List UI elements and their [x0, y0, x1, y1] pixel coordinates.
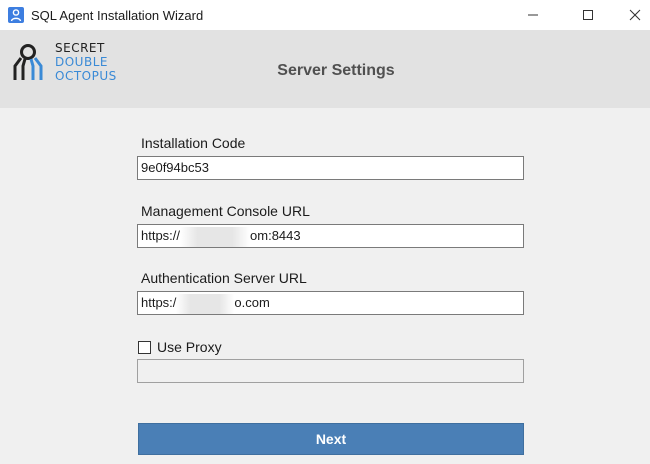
use-proxy-checkbox[interactable]	[138, 341, 151, 354]
console-url-value-prefix: https://	[141, 228, 181, 243]
header-banner: SECRET DOUBLE OCTOPUS Server Settings	[0, 30, 650, 108]
page-title: Server Settings	[277, 62, 395, 79]
app-icon	[8, 7, 24, 23]
auth-url-input[interactable]: https:/ o.com	[137, 291, 524, 315]
next-button[interactable]: Next	[138, 423, 524, 455]
console-url-value-suffix: om:8443	[250, 228, 301, 243]
auth-url-value-suffix: o.com	[234, 295, 270, 310]
installation-code-label: Installation Code	[141, 135, 246, 151]
use-proxy-label[interactable]: Use Proxy	[157, 339, 222, 355]
auth-url-label: Authentication Server URL	[141, 270, 307, 286]
installation-code-input[interactable]: 9e0f94bc53	[137, 156, 524, 180]
installation-code-value: 9e0f94bc53	[141, 160, 209, 175]
console-url-label: Management Console URL	[141, 203, 310, 219]
maximize-icon[interactable]	[565, 0, 611, 30]
redacted-area	[176, 293, 235, 314]
minimize-icon[interactable]	[510, 0, 556, 30]
proxy-address-input[interactable]	[137, 359, 524, 383]
window-title: SQL Agent Installation Wizard	[31, 8, 204, 23]
close-icon[interactable]	[612, 0, 650, 30]
auth-url-value-prefix: https:/	[141, 295, 177, 310]
redacted-area	[180, 226, 251, 247]
title-bar: SQL Agent Installation Wizard	[0, 0, 650, 30]
console-url-input[interactable]: https:// om:8443	[137, 224, 524, 248]
logo-line-secret: SECRET	[55, 41, 105, 55]
